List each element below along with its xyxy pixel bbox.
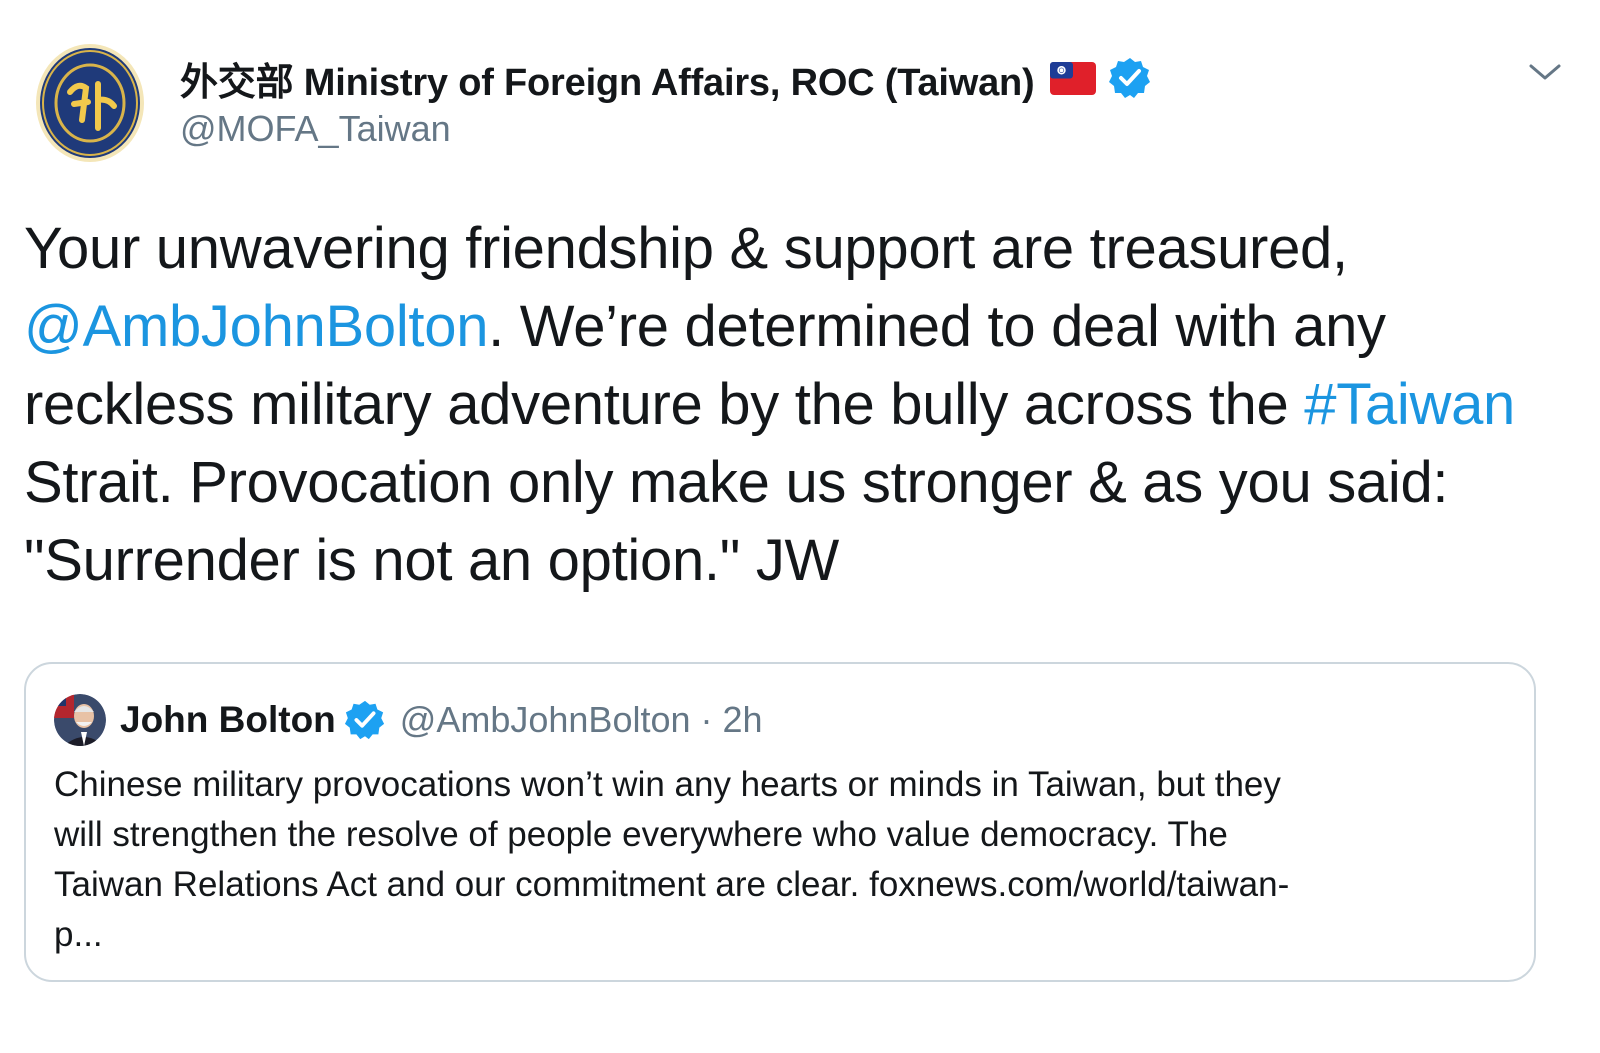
quoted-text-line: Taiwan Relations Act and our commitment … xyxy=(54,865,1290,904)
mofa-seal-graphic xyxy=(36,44,144,162)
tweet-text-segment: . We’re determined to deal with any xyxy=(488,294,1386,359)
tweet-header: 外交部 Ministry of Foreign Affairs, ROC (Ta… xyxy=(180,50,1152,150)
quoted-author-handle[interactable]: @AmbJohnBolton xyxy=(400,699,691,741)
tweet-text-line: reckless military adventure by the bully… xyxy=(24,366,1564,444)
quoted-timestamp[interactable]: 2h xyxy=(723,699,763,741)
quoted-tweet-header: John Bolton @AmbJohnBolton · 2h xyxy=(54,692,763,748)
tweet-text-line: Your unwavering friendship & support are… xyxy=(24,210,1564,288)
quoted-text-line: will strengthen the resolve of people ev… xyxy=(54,815,1228,854)
verified-badge-icon xyxy=(1108,56,1152,100)
chevron-down-icon[interactable] xyxy=(1528,58,1562,86)
tweet-text: Your unwavering friendship & support are… xyxy=(24,210,1564,600)
avatar[interactable] xyxy=(54,694,106,746)
verified-badge-icon xyxy=(344,699,386,741)
quoted-tweet-card[interactable]: John Bolton @AmbJohnBolton · 2h Chinese … xyxy=(24,662,1536,982)
tweet-text-segment: "Surrender is not an option." JW xyxy=(24,528,839,593)
tweet-text-segment: reckless military adventure by the bully… xyxy=(24,372,1305,437)
author-handle[interactable]: @MOFA_Taiwan xyxy=(180,108,1152,150)
quoted-text-line: p... xyxy=(54,915,103,954)
mention-link[interactable]: @AmbJohnBolton xyxy=(24,294,488,359)
name-row: 外交部 Ministry of Foreign Affairs, ROC (Ta… xyxy=(180,50,1152,106)
separator-dot: · xyxy=(700,699,713,740)
quoted-tweet-text: Chinese military provocations won’t win … xyxy=(54,760,1514,960)
tweet-text-line: Strait. Provocation only make us stronge… xyxy=(24,444,1564,522)
author-display-name[interactable]: 外交部 Ministry of Foreign Affairs, ROC (Ta… xyxy=(180,51,1035,106)
quoted-author-name[interactable]: John Bolton xyxy=(120,699,336,741)
tweet-text-segment: Your unwavering friendship & support are… xyxy=(24,216,1348,281)
tweet-text-line: @AmbJohnBolton. We’re determined to deal… xyxy=(24,288,1564,366)
hashtag-link[interactable]: #Taiwan xyxy=(1304,372,1515,437)
taiwan-flag-icon xyxy=(1050,61,1097,95)
quoted-text-line: Chinese military provocations won’t win … xyxy=(54,765,1281,804)
mofa-seal-icon[interactable] xyxy=(34,42,146,164)
tweet-text-line: "Surrender is not an option." JW xyxy=(24,522,1564,600)
tweet[interactable]: 外交部 Ministry of Foreign Affairs, ROC (Ta… xyxy=(0,0,1600,1053)
tweet-text-segment: Strait. Provocation only make us stronge… xyxy=(24,450,1449,515)
